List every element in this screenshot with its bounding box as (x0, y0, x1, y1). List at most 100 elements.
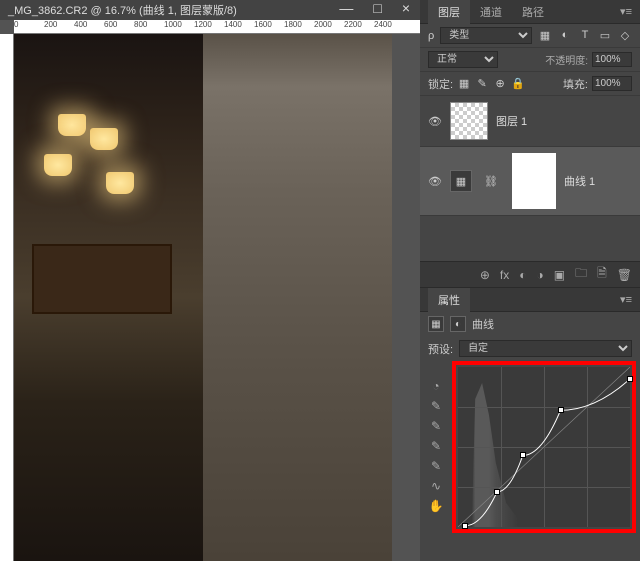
eyedropper-white-icon[interactable]: ✎ (431, 439, 441, 453)
tab-paths[interactable]: 路径 (512, 0, 554, 24)
curves-adjustment-icon[interactable]: ▦ (450, 170, 472, 192)
layer-name[interactable]: 曲线 1 (564, 173, 595, 189)
adjustment-icon[interactable]: ◑ (537, 268, 544, 282)
curve-canvas[interactable] (458, 367, 630, 527)
pencil-icon[interactable]: ✎ (431, 459, 441, 473)
curve-control-point[interactable] (494, 489, 500, 495)
panel-menu-icon[interactable]: ▾≡ (620, 293, 632, 306)
curve-control-point[interactable] (627, 376, 633, 382)
mask-type-icon: ◐ (450, 316, 466, 332)
lock-pos-icon[interactable]: ⊕ (493, 77, 507, 90)
trash-icon[interactable]: 🗑 (617, 268, 632, 282)
properties-panel-header: 属性 ▾≡ (420, 288, 640, 312)
ruler-tick: 600 (104, 20, 117, 29)
filter-text-icon[interactable]: T (578, 29, 592, 42)
preset-label: 预设: (428, 341, 453, 357)
layers-panel-header: 图层 通道 路径 ▾≡ (420, 0, 640, 24)
ruler-horizontal[interactable]: 0 200 400 600 800 1000 1200 1400 1600 1800 2000 220… (14, 20, 420, 34)
layer-row[interactable]: 👁 ▦ ⛓ 曲线 1 (420, 147, 640, 216)
filter-type-icons: ▦ ◐ T ▭ ◇ (538, 29, 632, 42)
layer-thumbnail[interactable] (450, 102, 488, 140)
ruler-tick: 0 (14, 20, 18, 29)
lock-paint-icon[interactable]: ✎ (475, 77, 489, 90)
filter-smart-icon[interactable]: ◇ (618, 29, 632, 42)
adjustment-type-row: ▦ ◐ 曲线 (420, 312, 640, 336)
curve-control-point[interactable] (558, 407, 564, 413)
new-layer-icon[interactable]: 🗎 (597, 264, 607, 285)
layer-filter-row: ρ 类型 ▦ ◐ T ▭ ◇ (420, 24, 640, 48)
adjustment-type-label: 曲线 (472, 316, 494, 332)
lock-label: 锁定: (428, 76, 453, 92)
filter-pixel-icon[interactable]: ▦ (538, 29, 552, 42)
layer-name[interactable]: 图层 1 (496, 113, 527, 129)
fill-label: 填充: (563, 76, 588, 92)
document-title: _MG_3862.CR2 @ 16.7% (曲线 1, 图层蒙版/8) (8, 2, 237, 18)
ruler-tick: 2400 (374, 20, 392, 29)
blend-mode-select[interactable]: 正常 (428, 51, 498, 68)
opacity-value[interactable]: 100% (592, 52, 632, 67)
tab-layers[interactable]: 图层 (428, 0, 470, 24)
link-icon[interactable]: ⛓ (480, 170, 502, 192)
fx-icon[interactable]: fx (500, 268, 509, 282)
hand-icon[interactable]: ✋ (429, 499, 444, 513)
layer-list: 👁 图层 1 👁 ▦ ⛓ 曲线 1 (420, 96, 640, 260)
ruler-tick: 1600 (254, 20, 272, 29)
properties-panel: 属性 ▾≡ ▦ ◐ 曲线 预设: 自定 ◔ ✎ ✎ ✎ ✎ ∿ ✋ (420, 288, 640, 537)
window-controls: — □ × (339, 0, 410, 16)
layer-mask-thumbnail[interactable] (512, 153, 556, 209)
document-titlebar: _MG_3862.CR2 @ 16.7% (曲线 1, 图层蒙版/8) — □ … (0, 0, 420, 20)
folder-icon[interactable]: 🗀 (575, 264, 587, 285)
eyedropper-gray-icon[interactable]: ✎ (431, 419, 441, 433)
ruler-tick: 400 (74, 20, 87, 29)
group-icon[interactable]: ▣ (554, 268, 565, 282)
lock-all-icon[interactable]: 🔒 (511, 77, 525, 90)
ruler-tick: 1400 (224, 20, 242, 29)
eyedropper-black-icon[interactable]: ✎ (431, 399, 441, 413)
curve-control-point[interactable] (520, 452, 526, 458)
canvas[interactable] (14, 34, 392, 561)
curve-tools: ◔ ✎ ✎ ✎ ✎ ∿ ✋ (424, 361, 448, 533)
ruler-tick: 1200 (194, 20, 212, 29)
window-min-icon[interactable]: — (339, 0, 353, 16)
filter-adjust-icon[interactable]: ◐ (558, 29, 572, 42)
curves-type-icon: ▦ (428, 316, 444, 332)
preset-row: 预设: 自定 (420, 336, 640, 361)
image-content (44, 84, 144, 224)
ruler-tick: 200 (44, 20, 57, 29)
window-close-icon[interactable]: × (402, 0, 410, 16)
ruler-tick: 2000 (314, 20, 332, 29)
panel-menu-icon[interactable]: ▾≡ (620, 5, 632, 18)
curve-highlight-box (452, 361, 636, 533)
ruler-tick: 800 (134, 20, 147, 29)
curves-editor: ◔ ✎ ✎ ✎ ✎ ∿ ✋ (420, 361, 640, 537)
filter-shape-icon[interactable]: ▭ (598, 29, 612, 42)
ruler-vertical[interactable] (0, 34, 14, 561)
fill-value[interactable]: 100% (592, 76, 632, 91)
panels-area: 图层 通道 路径 ▾≡ ρ 类型 ▦ ◐ T ▭ ◇ 正常 不透明度: 100%… (420, 0, 640, 561)
layers-footer: ⊕ fx ◐ ◑ ▣ 🗀 🗎 🗑 (420, 261, 640, 287)
layer-row[interactable]: 👁 图层 1 (420, 96, 640, 147)
channel-select-icon[interactable]: ◔ (432, 379, 439, 393)
visibility-toggle-icon[interactable]: 👁 (428, 175, 442, 188)
mask-icon[interactable]: ◐ (519, 268, 526, 282)
lock-row: 锁定: ▦ ✎ ⊕ 🔒 填充: 100% (420, 72, 640, 96)
filter-type-select[interactable]: 类型 (440, 27, 532, 44)
ruler-tick: 2200 (344, 20, 362, 29)
opacity-label: 不透明度: (545, 52, 588, 67)
window-max-icon[interactable]: □ (373, 0, 381, 16)
curve-control-point[interactable] (462, 523, 468, 529)
visibility-toggle-icon[interactable]: 👁 (428, 115, 442, 128)
layers-panel: 图层 通道 路径 ▾≡ ρ 类型 ▦ ◐ T ▭ ◇ 正常 不透明度: 100%… (420, 0, 640, 288)
curve-line (458, 367, 630, 527)
ruler-tick: 1800 (284, 20, 302, 29)
tab-properties[interactable]: 属性 (428, 288, 470, 312)
preset-select[interactable]: 自定 (459, 340, 632, 357)
lock-pixels-icon[interactable]: ▦ (457, 77, 471, 90)
ruler-tick: 1000 (164, 20, 182, 29)
blend-row: 正常 不透明度: 100% (420, 48, 640, 72)
link-layers-icon[interactable]: ⊕ (480, 268, 490, 282)
document-area: _MG_3862.CR2 @ 16.7% (曲线 1, 图层蒙版/8) — □ … (0, 0, 420, 561)
smooth-icon[interactable]: ∿ (431, 479, 441, 493)
image-content (32, 244, 172, 314)
tab-channels[interactable]: 通道 (470, 0, 512, 24)
